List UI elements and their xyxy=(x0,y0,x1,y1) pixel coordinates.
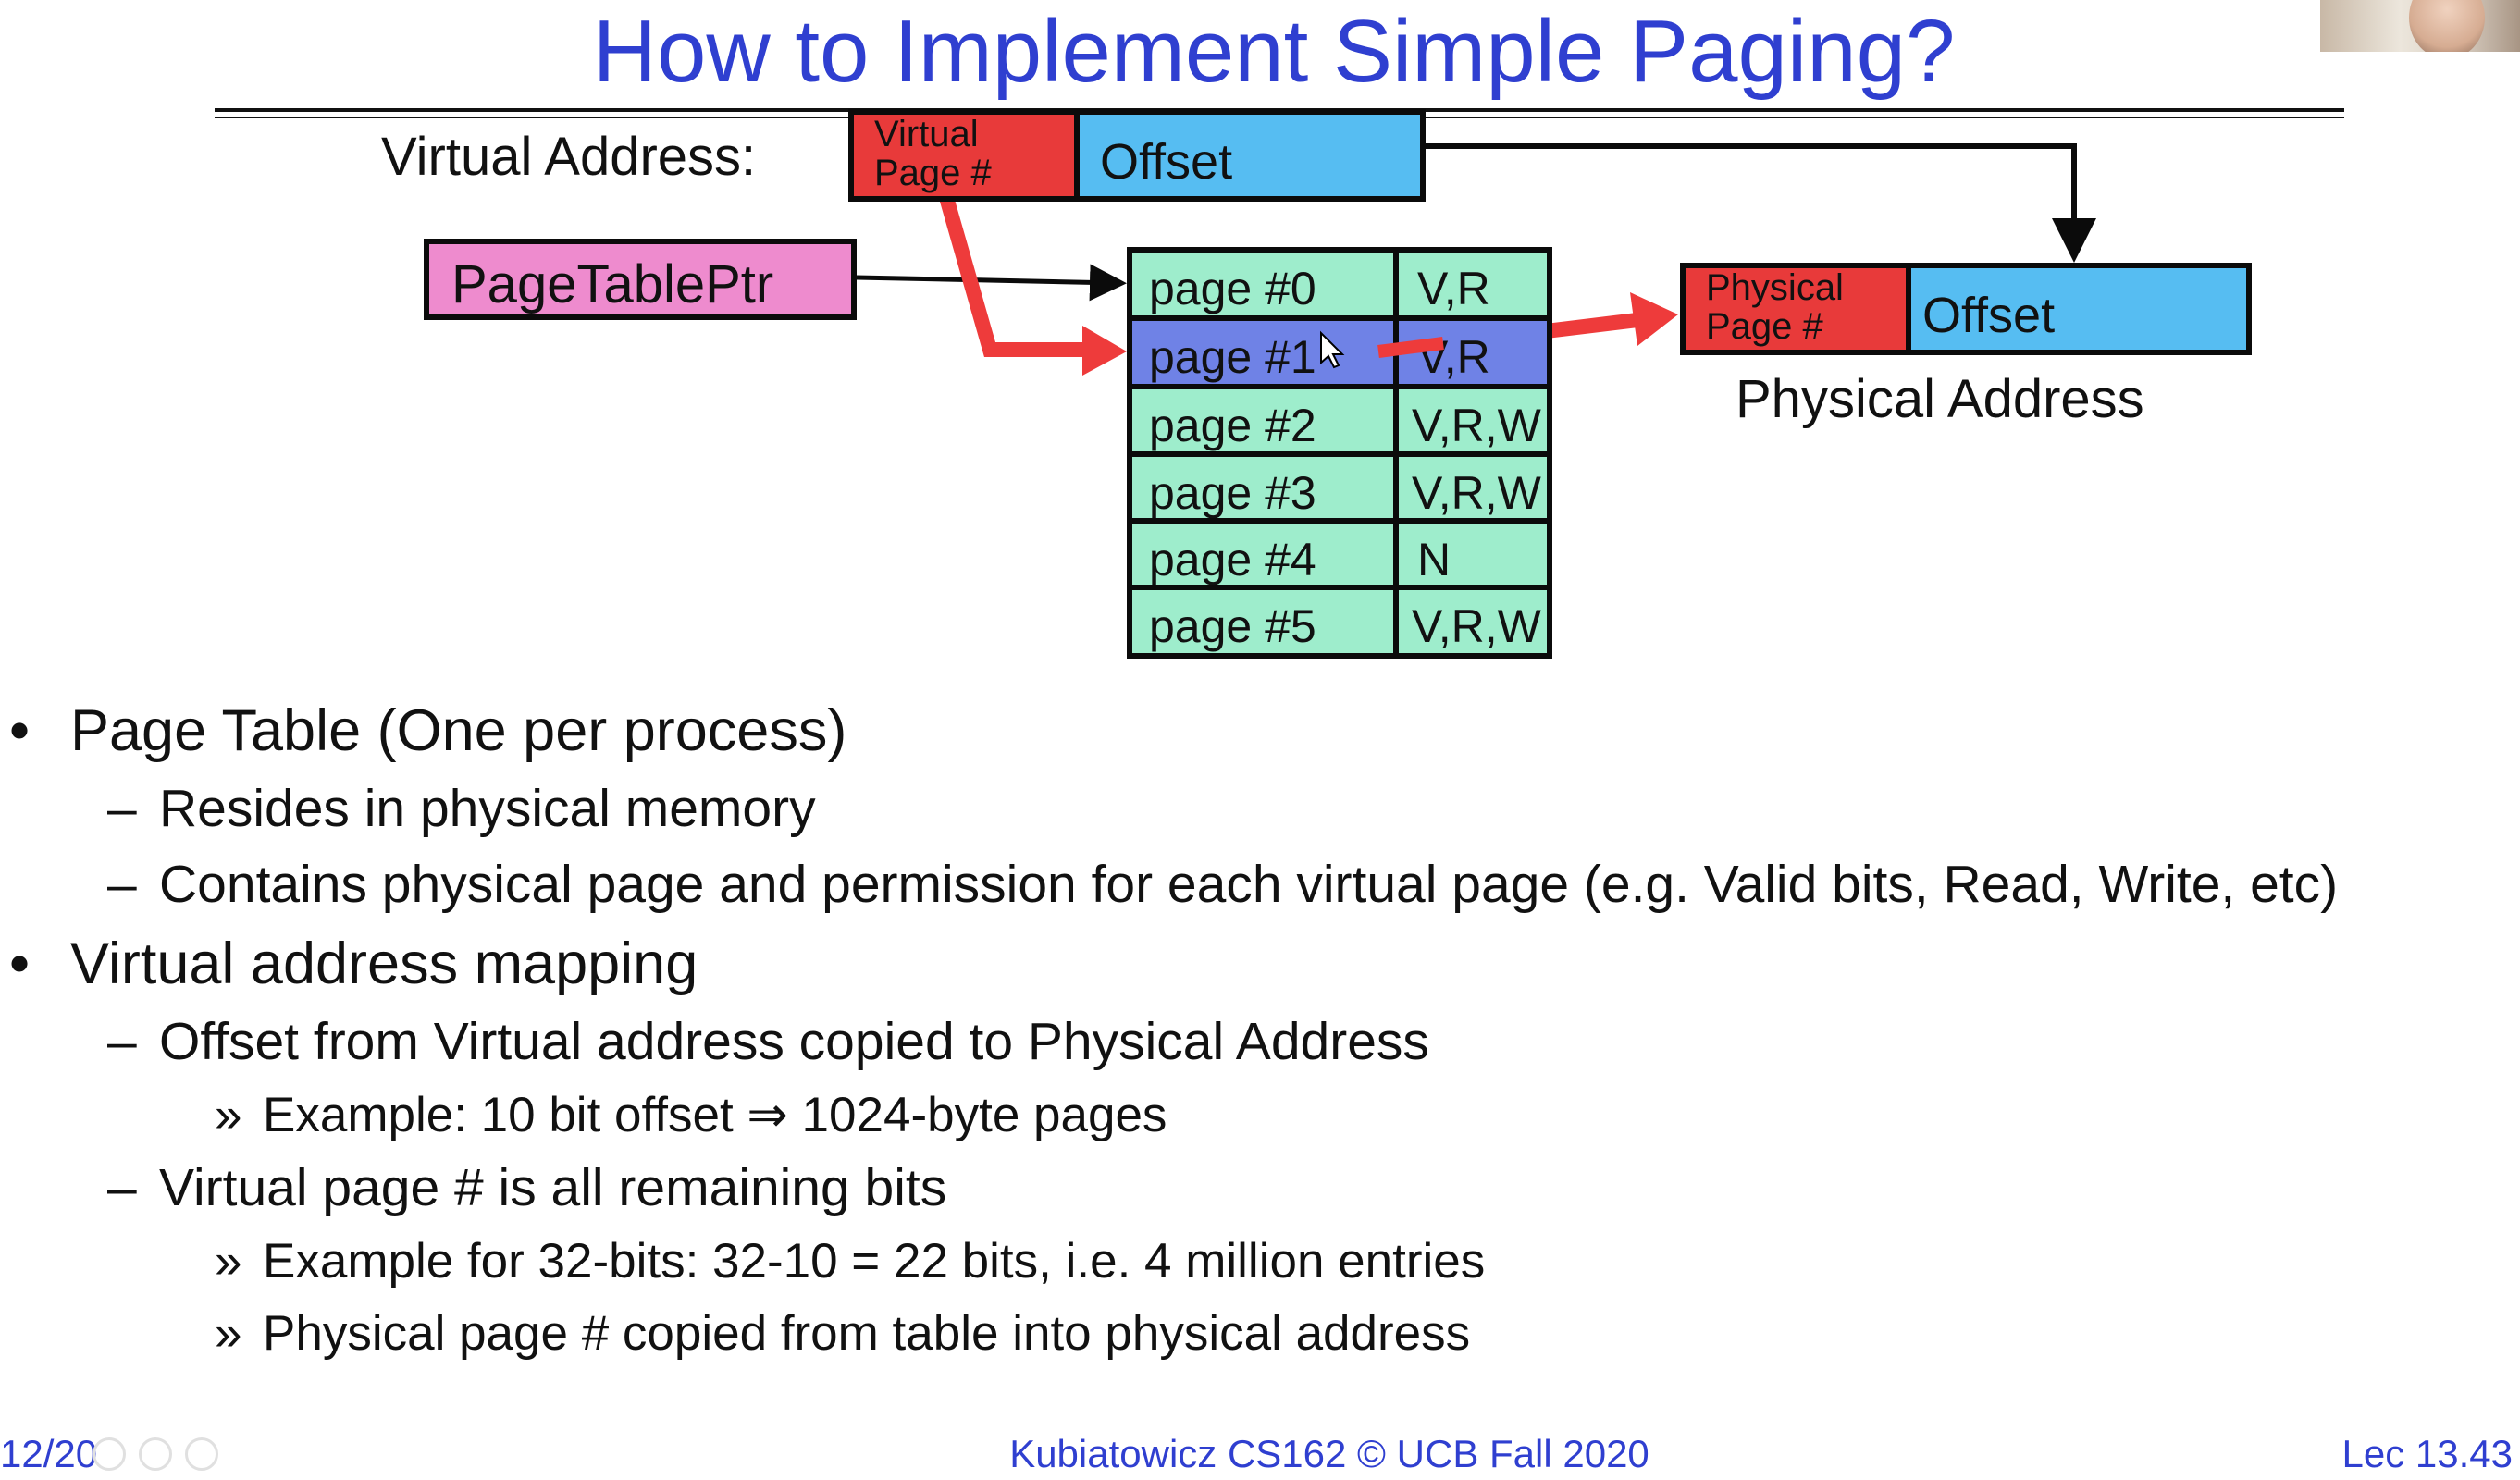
sub-sub-bullet-text: Example for 32-bits: 32-10 = 22 bits, i.… xyxy=(263,1234,1486,1289)
sub-sub-bullet-text: Example: 10 bit offset ⇒ 1024-byte pages xyxy=(263,1088,1167,1142)
bullet-text: Virtual address mapping xyxy=(70,931,698,996)
ppn-line2: Page # xyxy=(1706,306,1823,347)
sub-bullet-text: Resides in physical memory xyxy=(159,779,816,838)
physical-page-number-field: Physical Page # xyxy=(1680,263,1911,355)
mouse-cursor-icon xyxy=(1320,330,1345,369)
ppn-line1: Physical xyxy=(1706,267,1844,308)
sub-sub-bullet-text: Physical page # copied from table into p… xyxy=(263,1306,1471,1361)
bullet-text: Page Table (One per process) xyxy=(70,698,847,763)
physical-offset-label: Offset xyxy=(1922,288,2056,343)
footer-credit: Kubiatowicz CS162 © UCB Fall 2020 xyxy=(1009,1432,1649,1475)
physical-address-label: Physical Address xyxy=(1736,369,2144,429)
sub-bullet-text: Contains physical page and permission fo… xyxy=(159,855,2339,914)
physical-offset-field: Offset xyxy=(1906,263,2252,355)
lecture-number: Lec 13.43 xyxy=(2341,1432,2514,1475)
sub-bullet-text: Virtual page # is all remaining bits xyxy=(159,1158,947,1217)
sub-bullet-text: Offset from Virtual address copied to Ph… xyxy=(159,1012,1429,1071)
